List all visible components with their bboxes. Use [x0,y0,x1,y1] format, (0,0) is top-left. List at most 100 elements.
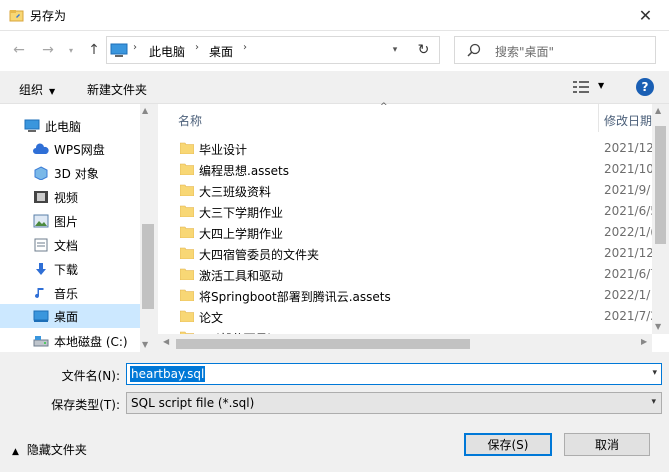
sidebar-item-label: 下载 [54,263,79,277]
breadcrumb-desktop[interactable]: 桌面 [209,43,233,60]
sidebar-item-video[interactable]: 视频 [0,185,140,209]
organize-button[interactable]: 组织 ▼ [19,81,55,98]
hide-folders-label: 隐藏文件夹 [26,443,87,457]
sidebar-item-label: 桌面 [54,310,79,324]
pictures-icon [33,214,49,228]
sidebar-item-documents[interactable]: 文档 [0,233,140,257]
column-header-row: 名称 ^ 修改日期 [158,102,652,132]
sidebar-item-label: 3D 对象 [54,167,99,181]
music-icon [35,288,44,298]
cloud-icon [33,143,49,154]
file-date: 2021/6/7 [604,267,658,281]
chevron-right-icon: › [133,42,137,53]
forward-button[interactable]: → [37,40,59,60]
scroll-right-icon[interactable]: ▶ [641,337,647,346]
file-row[interactable]: 大三班级资料 2021/9/ [158,180,651,201]
view-options-icon[interactable] [573,80,589,94]
refresh-button[interactable]: ↻ [408,36,440,64]
hide-folders-toggle[interactable]: ▲ 隐藏文件夹 [12,441,87,458]
chevron-right-icon: › [243,42,247,53]
search-icon [467,43,481,57]
close-button[interactable]: ✕ [622,0,669,31]
save-button[interactable]: 保存(S) [464,433,552,456]
new-folder-button[interactable]: 新建文件夹 [87,81,147,98]
organize-label: 组织 [19,83,44,97]
drive-icon [33,336,49,347]
file-date: 2021/9/ [604,183,651,197]
column-header-name[interactable]: 名称 [178,112,202,129]
sidebar-item-music[interactable]: 音乐 [0,281,140,305]
sidebar-item-drive[interactable]: 本地磁盘 (C:) [0,329,140,353]
filetype-select[interactable]: SQL script file (*.sql) ▾ [126,392,662,414]
file-date: 2021/12 [604,141,654,155]
file-row[interactable]: 论文 2021/7/2 [158,306,658,327]
file-date: 2021/12 [604,246,654,260]
file-row[interactable]: 大四上学期作业 2022/1/( [158,222,655,243]
filetype-label: 保存类型(T): [51,398,120,412]
scroll-up-icon[interactable]: ▲ [655,106,661,115]
view-dropdown-icon[interactable]: ▼ [598,81,604,90]
help-icon: ? [641,80,649,94]
up-button[interactable]: ↑ [83,40,105,60]
sidebar-item-cloud[interactable]: WPS网盘 [0,137,140,161]
cancel-label: 取消 [594,438,619,452]
scroll-up-icon[interactable]: ▲ [142,106,148,115]
3d-objects-icon [34,166,48,180]
column-divider[interactable] [598,104,599,132]
recent-locations-button[interactable]: ▾ [60,40,82,60]
file-date: 2022/1/ [604,288,651,302]
file-row[interactable]: 大三下学期作业 2021/6/5 [158,201,658,222]
scroll-down-icon[interactable]: ▼ [142,340,148,349]
search-placeholder: 搜索"桌面" [495,45,555,59]
file-row[interactable]: 激活工具和驱动 2021/6/7 [158,264,658,285]
navigation-pane: 此电脑 WPS网盘 3D 对象视频图片文档下载音乐桌面本地磁盘 (C:) [0,104,156,352]
help-button[interactable]: ? [636,78,654,96]
pc-icon [24,119,40,132]
column-header-modified[interactable]: 修改日期 [604,112,652,129]
file-row[interactable]: 将Springboot部署到腾讯云.assets 2022/1/ [158,285,651,306]
scroll-left-icon[interactable]: ◀ [163,337,169,346]
close-icon: ✕ [638,6,653,25]
cancel-button[interactable]: 取消 [564,433,650,456]
sidebar-item-label: 文档 [54,239,79,253]
file-row[interactable]: 毕业设计 2021/12 [158,138,654,159]
folder-icon [180,310,194,322]
navigation-scroll-thumb[interactable] [142,224,154,309]
filename-label: 文件名(N): [61,369,120,383]
folder-icon [180,142,194,154]
file-list-scroll-thumb[interactable] [655,126,666,244]
address-bar[interactable]: › 此电脑 › 桌面 › ▾ [106,36,440,64]
filename-field[interactable]: heartbay.sql ▾ [126,363,662,385]
caret-down-icon: ▼ [49,87,56,96]
arrow-right-icon: → [42,42,54,58]
folder-icon [180,268,194,280]
file-name: 大四上学期作业 [199,227,284,241]
folder-icon [180,163,194,175]
search-input[interactable]: 搜索"桌面" [454,36,656,64]
file-name: 大三下学期作业 [199,206,284,220]
file-date: 2022/1/( [604,225,655,239]
chevron-down-icon: ▾ [68,45,73,55]
address-dropdown-button[interactable]: ▾ [383,38,407,62]
scroll-down-icon[interactable]: ▼ [655,322,661,331]
sidebar-item-desktop[interactable]: 桌面 [0,304,140,328]
file-row[interactable]: 编程思想.assets 2021/10 [158,159,654,180]
sidebar-item-pc[interactable]: 此电脑 [0,114,140,138]
sidebar-item-label: 图片 [54,215,79,229]
horizontal-scroll-thumb[interactable] [176,339,470,349]
sidebar-item-download[interactable]: 下载 [0,257,140,281]
filename-value: heartbay.sql [130,366,206,382]
documents-icon [34,238,48,252]
sort-ascending-icon: ^ [380,102,388,112]
file-row[interactable]: 大四宿管委员的文件夹 2021/12 [158,243,654,264]
sidebar-item-pictures[interactable]: 图片 [0,209,140,233]
chevron-down-icon[interactable]: ▾ [652,368,657,378]
sidebar-item-3d-objects[interactable]: 3D 对象 [0,161,140,185]
back-button[interactable]: ← [8,40,30,60]
pc-icon [110,43,128,57]
file-list: 名称 ^ 修改日期 毕业设计 2021/12 编程思想.assets 2021/10 大… [158,102,669,352]
folder-icon [180,184,194,196]
breadcrumb-this-pc[interactable]: 此电脑 [149,43,185,60]
file-date: 2021/6/5 [604,204,658,218]
video-icon [34,191,48,203]
